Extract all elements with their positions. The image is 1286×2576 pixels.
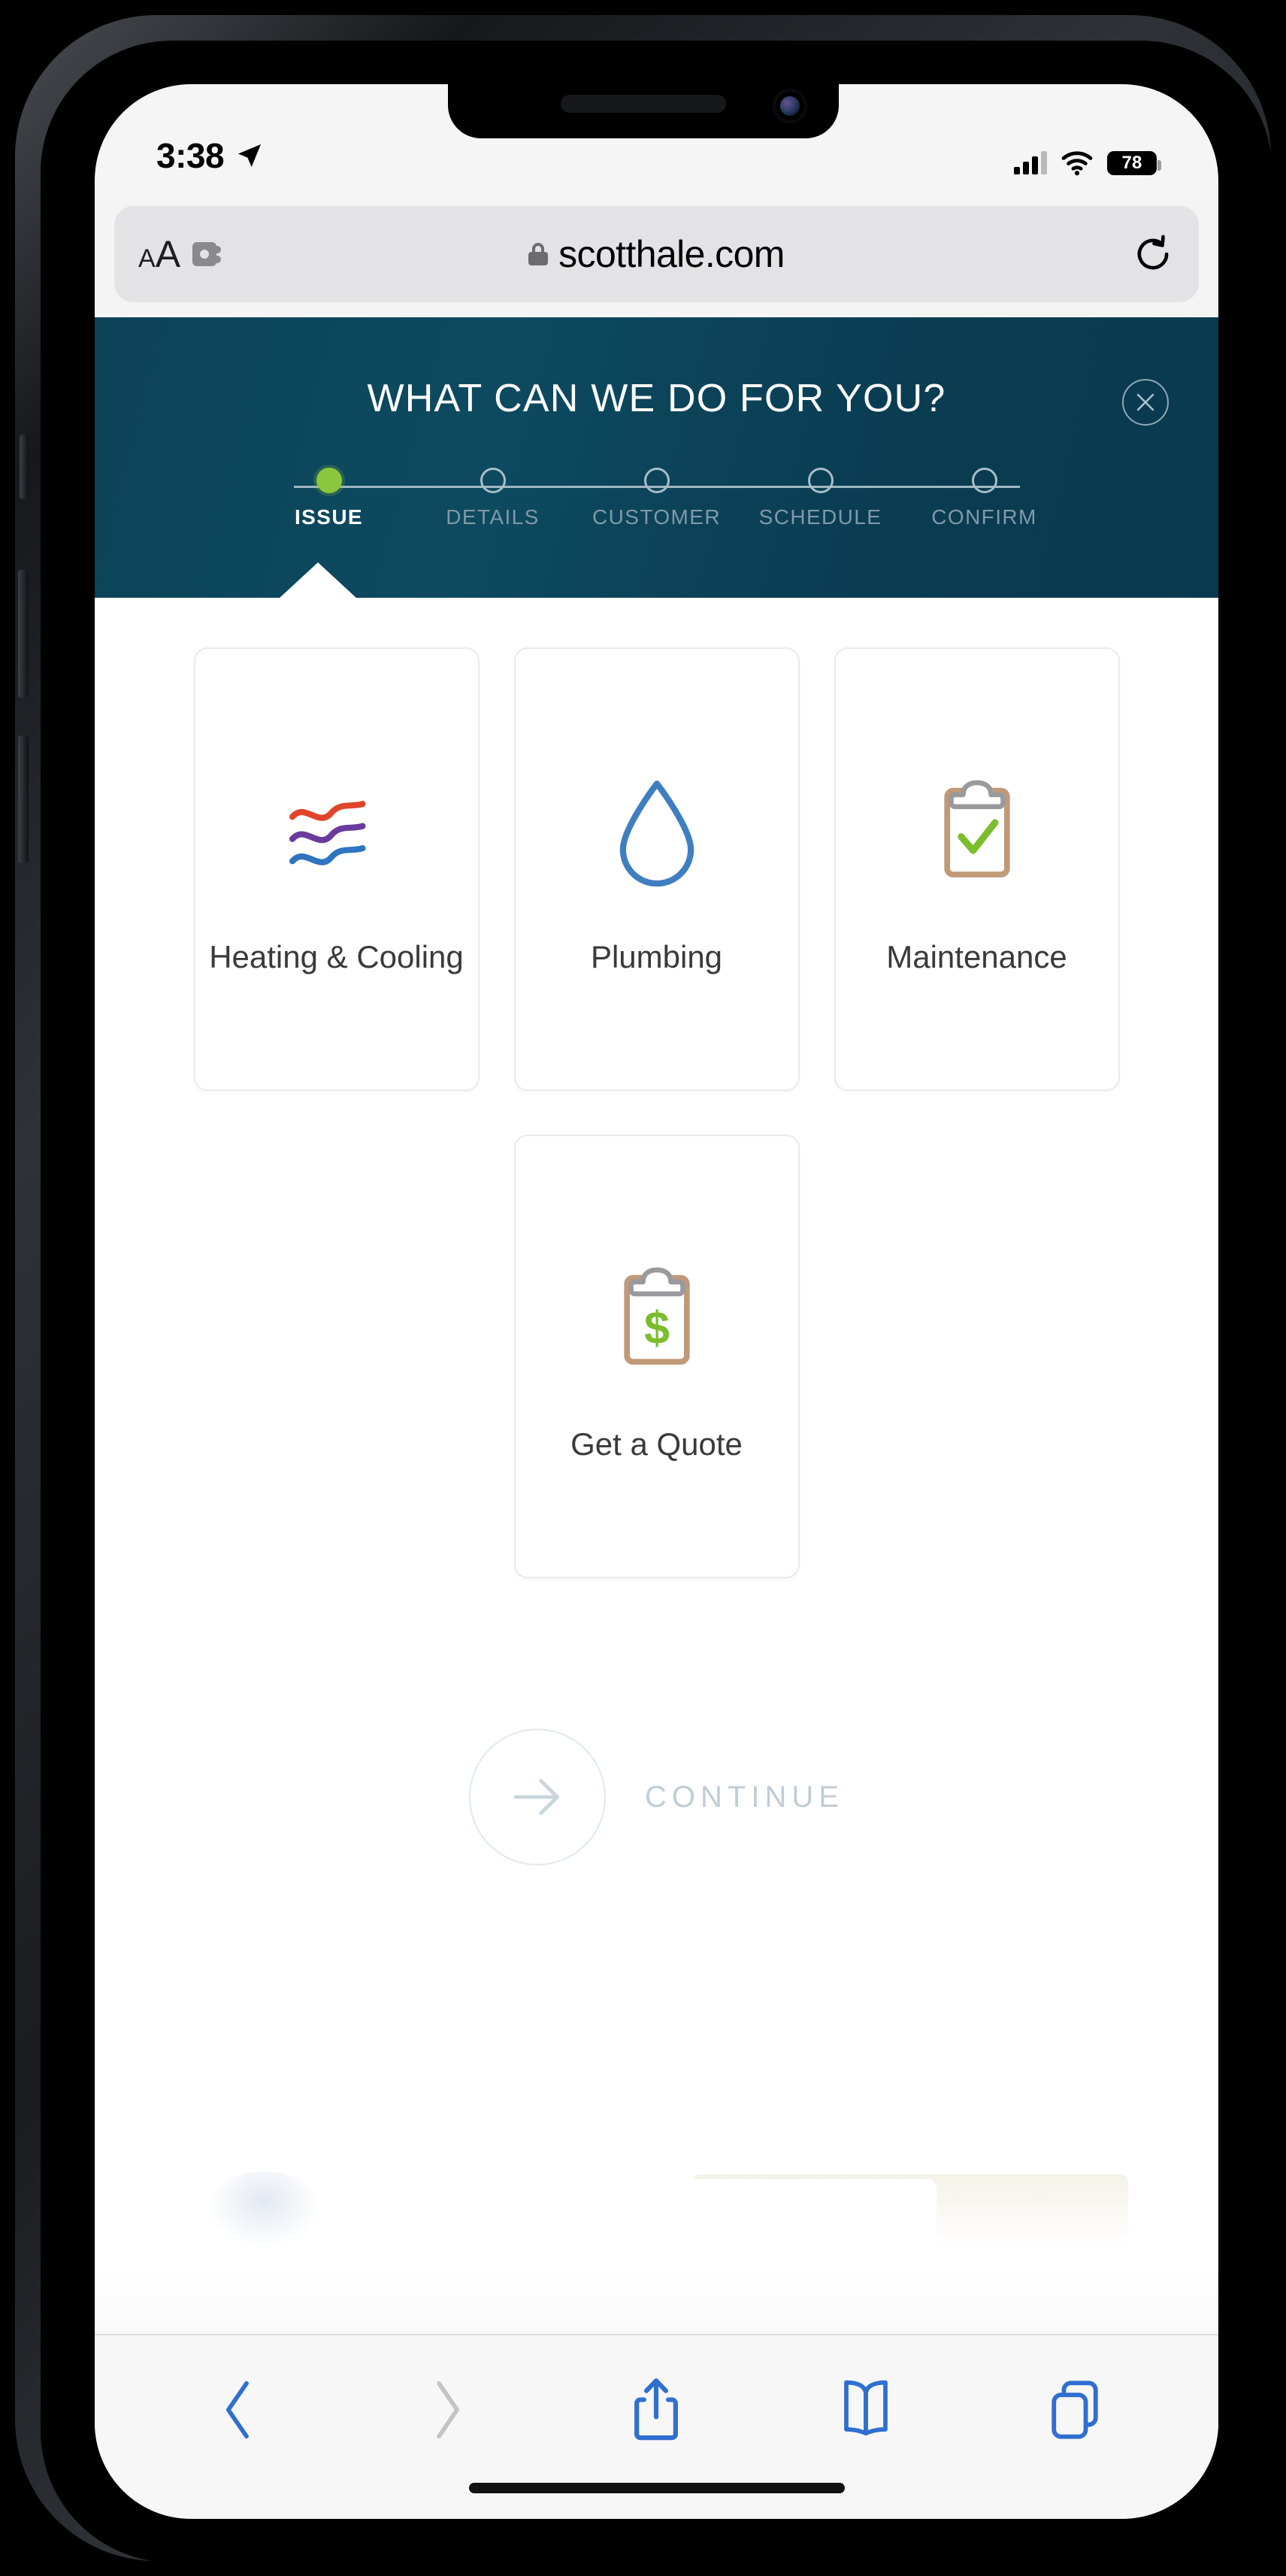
service-card-label: Heating & Cooling (209, 939, 464, 975)
status-bar-right: 78 (1014, 150, 1161, 176)
stepper-dot (643, 468, 670, 493)
stepper-label: ISSUE (294, 505, 364, 529)
booking-widget-header: WHAT CAN WE DO FOR YOU? ISSUE DETAILS CU… (95, 317, 1218, 599)
mute-switch[interactable] (20, 435, 29, 499)
bookmarks-icon (843, 2380, 888, 2436)
status-bar-left: 3:38 (156, 135, 265, 176)
service-card-label: Plumbing (590, 939, 723, 975)
stepper-label: CUSTOMER (592, 505, 721, 529)
service-card-maintenance[interactable]: Maintenance (834, 647, 1120, 1091)
forward-button[interactable] (402, 2368, 492, 2451)
cellular-signal-icon (1014, 151, 1047, 174)
stepper-step-details[interactable]: DETAILS (411, 468, 575, 565)
water-droplet-icon (613, 760, 701, 903)
hvac-waves-icon (280, 760, 393, 903)
page-title: WHAT CAN WE DO FOR YOU? (367, 377, 946, 420)
stepper-label: SCHEDULE (758, 505, 882, 529)
arrow-right-icon (513, 1779, 559, 1815)
booking-progress-stepper: ISSUE DETAILS CUSTOMER SCHEDULE CONFIRM (247, 468, 1067, 565)
web-page-content: WHAT CAN WE DO FOR YOU? ISSUE DETAILS CU… (95, 317, 1218, 2334)
back-button[interactable] (193, 2368, 283, 2451)
device-screen: 3:38 78 A A scotthale.com WHAT CAN WE DO… (95, 84, 1218, 2519)
clipboard-check-icon (933, 760, 1021, 903)
active-step-pointer (279, 562, 357, 599)
continue-arrow-circle (469, 1729, 607, 1865)
service-card-label: Get a Quote (570, 1426, 743, 1462)
home-indicator[interactable] (468, 2483, 845, 2493)
url-display: scotthale.com (114, 232, 1199, 276)
bookmarks-button[interactable] (821, 2368, 911, 2451)
page-footer-partial (95, 2171, 1218, 2334)
service-selection-area: Heating & Cooling Plumbing Maintenance $… (95, 598, 1218, 1865)
back-icon (226, 2381, 249, 2439)
service-card-get-a-quote[interactable]: $ Get a Quote (513, 1135, 800, 1578)
stepper-step-issue[interactable]: ISSUE (247, 468, 411, 565)
status-time: 3:38 (156, 136, 225, 175)
lock-icon (528, 243, 549, 265)
service-cards-row-2: $ Get a Quote (95, 1135, 1218, 1578)
battery-level-text: 78 (1121, 153, 1142, 173)
text-size-large-a: A (155, 233, 181, 275)
continue-label: CONTINUE (645, 1780, 844, 1814)
volume-down-button[interactable] (18, 735, 29, 863)
battery-icon: 78 (1107, 151, 1161, 175)
reload-icon[interactable] (1131, 232, 1175, 276)
share-icon (634, 2378, 679, 2441)
service-card-heating-cooling[interactable]: Heating & Cooling (193, 647, 480, 1091)
tabs-button[interactable] (1030, 2368, 1120, 2451)
wifi-icon (1061, 151, 1093, 176)
stepper-dot (807, 468, 834, 493)
stepper-label: DETAILS (446, 505, 540, 529)
stepper-items: ISSUE DETAILS CUSTOMER SCHEDULE CONFIRM (247, 468, 1067, 565)
stepper-label: CONFIRM (931, 505, 1037, 529)
safari-url-bar-container: AA scotthale.com (95, 197, 1218, 317)
stepper-dot (480, 468, 506, 493)
puzzle-extension-icon[interactable] (192, 241, 225, 268)
service-cards-row-1: Heating & Cooling Plumbing Maintenance (95, 647, 1218, 1091)
stepper-step-customer[interactable]: CUSTOMER (575, 468, 739, 565)
earpiece-speaker (560, 95, 726, 113)
svg-text:$: $ (644, 1302, 670, 1353)
footer-card-block (410, 2179, 937, 2262)
service-card-plumbing[interactable]: Plumbing (513, 647, 800, 1091)
safari-url-bar[interactable]: AA scotthale.com (114, 206, 1199, 302)
close-button[interactable] (1122, 379, 1169, 426)
continue-button[interactable]: CONTINUE (95, 1729, 1218, 1865)
text-size-small-a: A (138, 244, 156, 273)
close-icon (1136, 393, 1154, 411)
stepper-step-confirm[interactable]: CONFIRM (903, 468, 1067, 565)
device-frame: 3:38 78 A A scotthale.com WHAT CAN WE DO… (14, 14, 1272, 2562)
tabs-icon (1051, 2381, 1098, 2439)
share-button[interactable] (611, 2368, 701, 2451)
service-card-label: Maintenance (886, 939, 1067, 975)
front-camera (773, 89, 807, 123)
text-size-icon[interactable]: AA (138, 232, 180, 276)
stepper-dot (971, 468, 997, 493)
clipboard-dollar-icon: $ (613, 1247, 701, 1390)
location-arrow-icon (238, 144, 262, 167)
volume-up-button[interactable] (18, 570, 29, 698)
url-text: scotthale.com (558, 233, 785, 275)
stepper-dot (316, 468, 342, 493)
stepper-step-schedule[interactable]: SCHEDULE (739, 468, 903, 565)
footer-logo-watermark (207, 2171, 320, 2247)
forward-icon (437, 2381, 460, 2439)
